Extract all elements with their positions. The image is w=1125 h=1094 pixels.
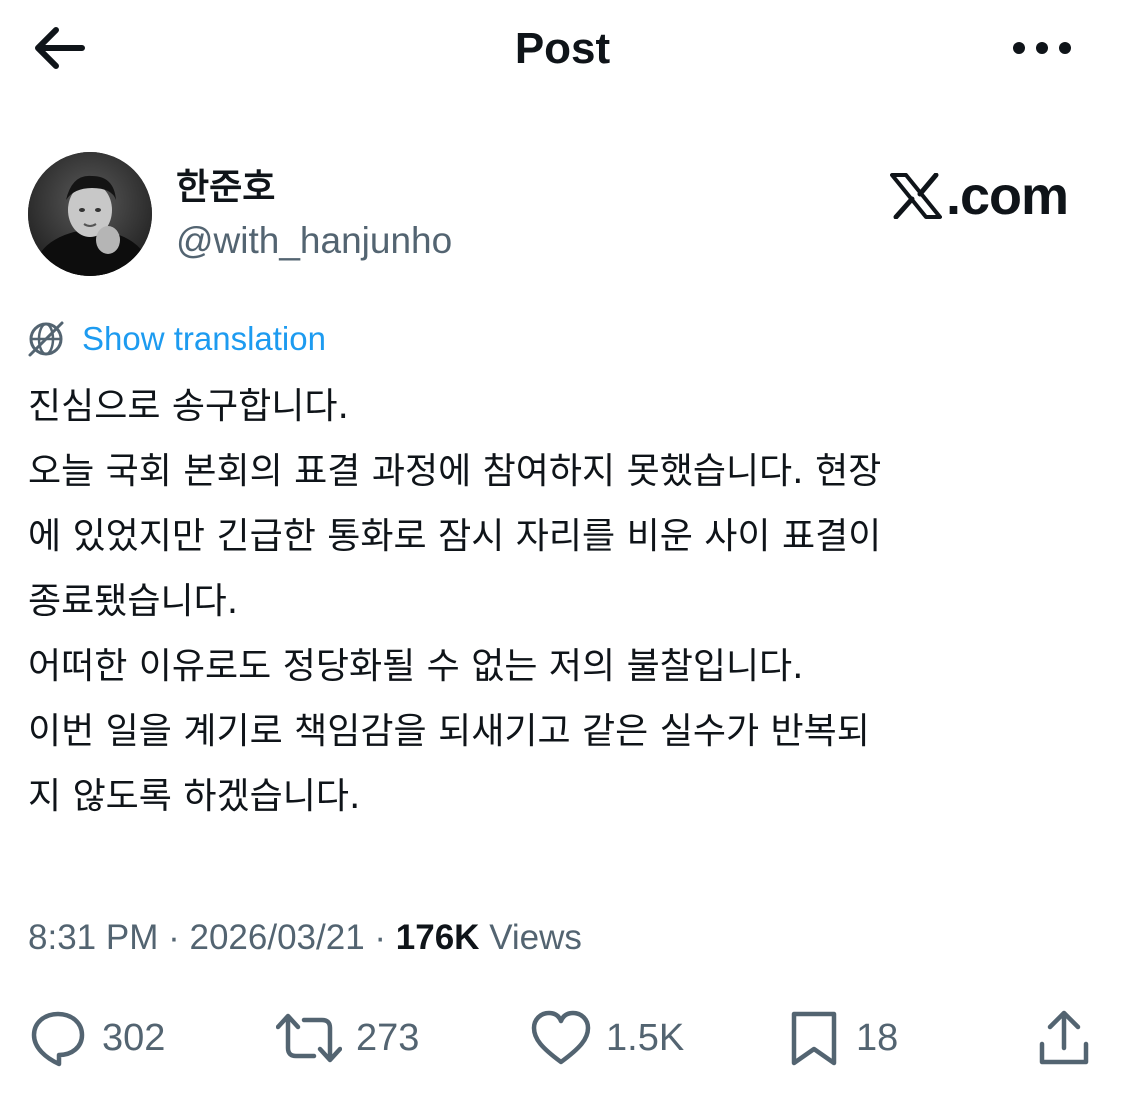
show-translation-label[interactable]: Show translation (82, 318, 326, 360)
show-translation-link[interactable]: Show translation (26, 318, 326, 360)
post-text-line: 종료됐습니다. (28, 581, 239, 622)
author-handle[interactable]: @with_hanjunho (176, 218, 452, 264)
post-text-line: 지 않도록 하겠습니다. (28, 776, 361, 817)
share-icon (1039, 1010, 1089, 1065)
like-button[interactable]: 1.5K (530, 1000, 684, 1076)
repost-icon (276, 1013, 342, 1063)
action-bar: 302 273 1.5K 18 (0, 1000, 1125, 1076)
author-display-name[interactable]: 한준호 (176, 166, 275, 210)
post-text-line: 어떠한 이유로도 정당화될 수 없는 저의 불찰입니다. (28, 646, 804, 687)
post-time[interactable]: 8:31 PM (28, 918, 158, 957)
post-text-line: 에 있었지만 긴급한 통화로 잠시 자리를 비운 사이 표결이 (28, 516, 882, 557)
heart-icon (531, 1010, 591, 1065)
repost-button[interactable]: 273 (276, 1000, 419, 1076)
meta-separator: · (168, 918, 180, 957)
top-bar: Post (0, 0, 1125, 100)
views-label: Views (489, 918, 582, 957)
post-date[interactable]: 2026/03/21 (189, 918, 364, 957)
reply-count: 302 (102, 1017, 166, 1059)
post-author: 한준호 @with_hanjunho .com (28, 152, 1098, 276)
comment-icon (31, 1011, 85, 1067)
bookmark-count: 18 (856, 1017, 899, 1059)
reply-button[interactable]: 302 (28, 1000, 165, 1076)
avatar-photo (28, 152, 152, 276)
x-com-watermark: .com (889, 164, 1069, 228)
post-body: 진심으로 송구합니다. 오늘 국회 본회의 표결 과정에 참여하지 못했습니다.… (28, 374, 1088, 829)
avatar[interactable] (28, 152, 152, 276)
views-count[interactable]: 176K (396, 918, 480, 957)
more-options-button[interactable] (1011, 28, 1073, 68)
like-count: 1.5K (606, 1017, 685, 1059)
post-metadata: 8:31 PM · 2026/03/21 · 176K Views (28, 914, 582, 962)
watermark-text: .com (945, 166, 1069, 226)
more-dots-icon (1013, 42, 1071, 54)
page-title: Post (514, 24, 611, 73)
bookmark-button[interactable]: 18 (786, 1000, 898, 1076)
bookmark-icon (791, 1011, 837, 1066)
repost-count: 273 (356, 1017, 420, 1059)
share-button[interactable] (1036, 1000, 1092, 1076)
post-text-line: 진심으로 송구합니다. (28, 386, 349, 427)
post-text-line: 오늘 국회 본회의 표결 과정에 참여하지 못했습니다. 현장 (28, 451, 882, 492)
globe-icon (28, 321, 64, 357)
meta-separator: · (374, 918, 387, 957)
x-logo-icon (889, 173, 942, 219)
post-text-line: 이번 일을 계기로 책임감을 되새기고 같은 실수가 반복되 (28, 711, 870, 752)
